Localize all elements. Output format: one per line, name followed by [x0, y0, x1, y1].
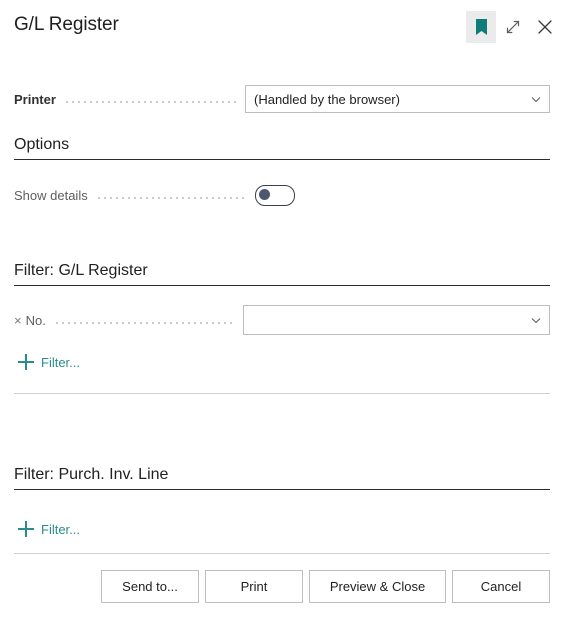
- add-filter-gl-register[interactable]: Filter...: [18, 354, 80, 370]
- printer-label: Printer: [14, 91, 56, 107]
- chevron-down-icon: [529, 92, 543, 106]
- print-button[interactable]: Print: [205, 570, 303, 603]
- show-details-toggle[interactable]: [254, 185, 295, 206]
- page-title: G/L Register: [14, 14, 119, 35]
- add-filter-purch-inv-line[interactable]: Filter...: [18, 521, 80, 537]
- filter-no-dropdown[interactable]: [243, 305, 550, 335]
- cancel-button[interactable]: Cancel: [452, 570, 550, 603]
- preview-close-button[interactable]: Preview & Close: [309, 570, 446, 603]
- filter-purch-inv-line-heading: Filter: Purch. Inv. Line: [14, 466, 169, 483]
- filter-gl-register-section-header: Filter: G/L Register: [14, 262, 550, 286]
- titlebar-actions: [466, 11, 560, 43]
- chevron-down-icon: [529, 313, 543, 327]
- options-heading: Options: [14, 136, 70, 153]
- section-divider: [14, 285, 550, 286]
- filter-purch-inv-line-section-header: Filter: Purch. Inv. Line: [14, 466, 550, 490]
- close-icon: [535, 17, 555, 37]
- leader-dots: [63, 92, 237, 106]
- filter-no-label: No.: [25, 312, 46, 328]
- expand-icon: [504, 18, 522, 36]
- section-divider: [14, 489, 550, 490]
- filter-gl-register-heading: Filter: G/L Register: [14, 262, 148, 279]
- toggle-knob: [258, 189, 270, 200]
- remove-filter-icon[interactable]: ×: [14, 314, 22, 327]
- send-to-button[interactable]: Send to...: [101, 570, 199, 603]
- options-section-header: Options: [14, 136, 550, 160]
- filter-no-row: × No.: [14, 305, 550, 335]
- expand-button[interactable]: [498, 12, 528, 42]
- add-filter-label: Filter...: [41, 354, 81, 370]
- close-button[interactable]: [530, 12, 560, 42]
- bookmark-button[interactable]: [466, 11, 496, 43]
- show-details-label: Show details: [14, 188, 88, 203]
- dialog-footer: Send to... Print Preview & Close Cancel: [0, 570, 570, 603]
- printer-row: Printer (Handled by the browser): [14, 85, 550, 113]
- plus-icon: [18, 354, 34, 370]
- add-filter-label: Filter...: [41, 521, 81, 537]
- bookmark-icon: [475, 18, 488, 36]
- section-divider: [14, 159, 550, 160]
- plus-icon: [18, 521, 34, 537]
- footer-separator: [14, 553, 550, 554]
- section-separator: [14, 393, 550, 394]
- leader-dots: [53, 313, 235, 327]
- printer-value: (Handled by the browser): [254, 91, 400, 107]
- show-details-row: Show details: [14, 185, 550, 206]
- leader-dots: [95, 189, 247, 202]
- dialog-titlebar: G/L Register: [0, 0, 570, 58]
- printer-dropdown[interactable]: (Handled by the browser): [245, 85, 550, 113]
